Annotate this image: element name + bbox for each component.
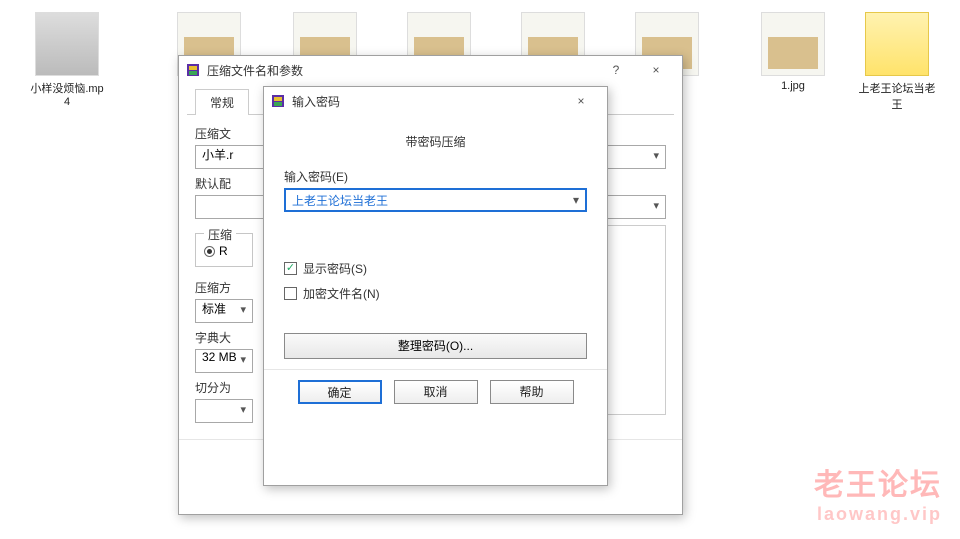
dialog-title: 输入密码 bbox=[292, 93, 561, 110]
image-thumbnail-icon bbox=[761, 12, 825, 76]
watermark: 老王论坛 laowang.vip bbox=[814, 460, 942, 525]
password-label: 输入密码(E) bbox=[284, 168, 587, 185]
radio-checked-icon bbox=[204, 246, 215, 257]
rar-app-icon bbox=[270, 93, 286, 109]
format-rar-label: R bbox=[219, 244, 228, 258]
watermark-line1: 老王论坛 bbox=[814, 460, 942, 504]
titlebar: 输入密码 × bbox=[264, 87, 607, 115]
show-password-label: 显示密码(S) bbox=[303, 260, 367, 277]
password-field[interactable] bbox=[292, 190, 563, 210]
checkbox-icon bbox=[284, 287, 297, 300]
dict-select[interactable]: 32 MB bbox=[195, 349, 253, 373]
dict-value: 32 MB bbox=[202, 350, 237, 364]
desktop-file[interactable]: 小样没烦恼.mp4 bbox=[26, 12, 108, 108]
split-input[interactable] bbox=[195, 399, 253, 423]
password-dialog: 输入密码 × 带密码压缩 输入密码(E) 显示密码(S) 加密文件名(N) 整理… bbox=[263, 86, 608, 486]
encrypt-names-checkbox[interactable]: 加密文件名(N) bbox=[284, 285, 380, 302]
cancel-button[interactable]: 取消 bbox=[394, 380, 478, 404]
method-label: 压缩方 bbox=[195, 279, 253, 296]
split-label: 切分为 bbox=[195, 379, 253, 396]
method-value: 标准 bbox=[202, 302, 226, 316]
titlebar: 压缩文件名和参数 ? × bbox=[179, 56, 682, 84]
dialog-buttons: 确定 取消 帮助 bbox=[264, 369, 607, 414]
desktop-file[interactable]: 上老王论坛当老王 bbox=[856, 12, 938, 112]
ok-button[interactable]: 确定 bbox=[298, 380, 382, 404]
encrypt-names-label: 加密文件名(N) bbox=[303, 285, 380, 302]
archive-name-value: 小羊.r bbox=[202, 148, 233, 162]
close-button[interactable]: × bbox=[561, 89, 601, 113]
file-name: 小样没烦恼.mp4 bbox=[26, 80, 108, 108]
password-input[interactable] bbox=[284, 188, 587, 212]
dialog-title: 压缩文件名和参数 bbox=[207, 62, 596, 79]
desktop-file[interactable]: 1.jpg bbox=[752, 12, 834, 92]
help-button[interactable]: 帮助 bbox=[490, 380, 574, 404]
watermark-line2: laowang.vip bbox=[814, 504, 942, 525]
checkbox-checked-icon bbox=[284, 262, 297, 275]
show-password-checkbox[interactable]: 显示密码(S) bbox=[284, 260, 367, 277]
dict-label: 字典大 bbox=[195, 329, 253, 346]
format-legend: 压缩 bbox=[204, 226, 236, 243]
format-rar-radio[interactable]: R bbox=[204, 244, 244, 258]
format-groupbox: 压缩 R bbox=[195, 233, 253, 267]
manage-passwords-button[interactable]: 整理密码(O)... bbox=[284, 333, 587, 359]
tab-general[interactable]: 常规 bbox=[195, 89, 249, 115]
file-name: 上老王论坛当老王 bbox=[856, 80, 938, 112]
video-thumbnail-icon bbox=[35, 12, 99, 76]
rar-app-icon bbox=[185, 62, 201, 78]
method-select[interactable]: 标准 bbox=[195, 299, 253, 323]
subtitle: 带密码压缩 bbox=[284, 133, 587, 150]
folder-icon bbox=[865, 12, 929, 76]
close-button[interactable]: × bbox=[636, 58, 676, 82]
help-button[interactable]: ? bbox=[596, 58, 636, 82]
file-name: 1.jpg bbox=[752, 80, 834, 92]
